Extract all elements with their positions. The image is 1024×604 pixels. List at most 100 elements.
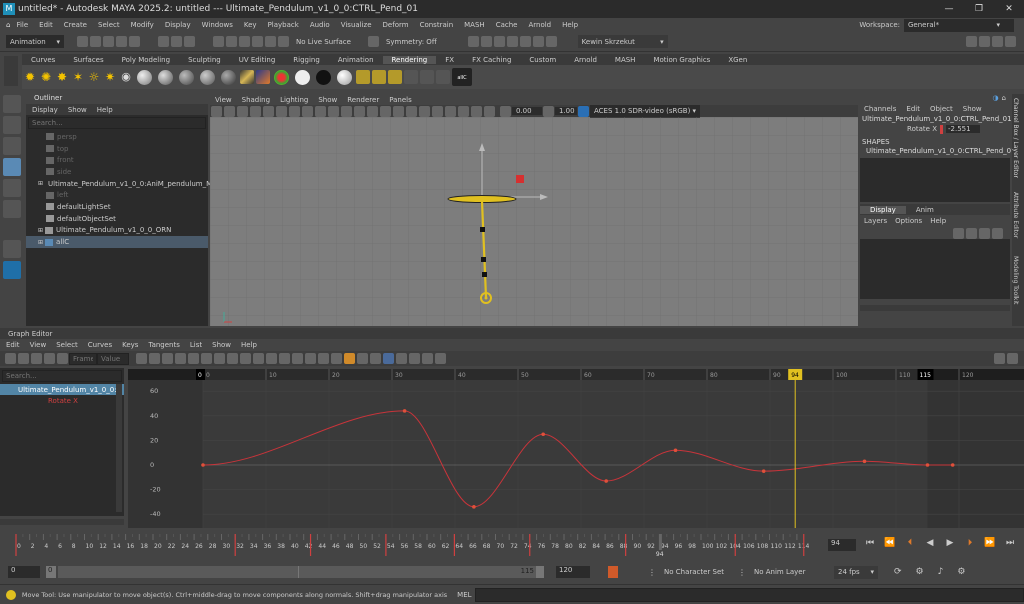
stacked-view-icon[interactable] [344,353,355,364]
snap-surface-icon[interactable] [265,36,276,47]
quick-layout-icon[interactable] [3,240,21,258]
camera-attr-icon[interactable] [224,105,235,117]
symmetry-icon[interactable] [367,36,379,47]
channel-box-dock-icon[interactable]: ⌂ [1002,94,1006,102]
channel-box-icon[interactable] [1005,36,1016,47]
menu-edit[interactable]: Edit [39,21,53,29]
toon-sphere-icon[interactable] [337,69,352,85]
new-scene-icon[interactable] [77,36,88,47]
spline-tangent-icon[interactable] [149,353,160,364]
safe-action-icon[interactable] [328,105,339,117]
auto-key-icon[interactable] [608,566,618,578]
layer-tab-display[interactable]: Display [860,205,906,214]
lattice-deform-icon[interactable] [31,353,42,364]
graph-view-icon[interactable] [1007,353,1018,364]
command-line-input[interactable] [474,587,1024,602]
clamped-tangent-icon[interactable] [162,353,173,364]
graph-menu-help[interactable]: Help [241,341,257,349]
key-point[interactable] [862,459,867,464]
shelf-tab-curves[interactable]: Curves [22,56,64,64]
step-back-key-icon[interactable]: ⏪ [880,538,900,548]
unify-tangent-icon[interactable] [240,353,251,364]
sound-icon[interactable]: ♪ [938,567,944,577]
bookmark-icon[interactable] [237,105,248,117]
anti-alias-icon[interactable] [445,105,456,117]
tool-settings-icon[interactable] [992,36,1003,47]
character-set-label[interactable]: No Character Set [664,568,734,576]
exposure-icon[interactable] [500,105,511,117]
resolution-gate-icon[interactable] [289,105,300,117]
home-icon[interactable]: ⌂ [6,21,10,29]
command-language-label[interactable]: MEL [457,591,475,599]
graph-ruler[interactable]: 0 10 20 30 40 50 60 70 80 90 100 110 120 0 115 94 [128,369,1024,380]
layer-menu-options[interactable]: Options [895,217,922,225]
camera-icon[interactable]: ◉ [119,70,133,84]
go-to-start-icon[interactable]: ⏮ [860,538,880,548]
field-chart-icon[interactable] [315,105,326,117]
rotate-x-value[interactable]: -2.551 [946,125,980,133]
playback-end-field[interactable]: 115 [521,567,534,575]
outliner-item[interactable]: defaultObjectSet [26,213,208,225]
channel-box-scrollbar[interactable] [860,305,1010,311]
blinn-sphere-icon[interactable] [158,69,173,85]
graph-menu-edit[interactable]: Edit [6,341,20,349]
rotate-x-attr[interactable]: Rotate X -2.551 [860,124,1010,134]
modeling-toolkit-icon[interactable] [966,36,977,47]
graph-menu-list[interactable]: List [190,341,202,349]
side-tab-attribute-editor[interactable]: Attribute Editor [1012,192,1019,252]
viewport-menu-shading[interactable]: Shading [242,96,270,104]
exposure-field[interactable]: 0.00 [512,107,542,115]
scale-tool-icon[interactable] [3,200,21,218]
wireframe-icon[interactable] [341,105,352,117]
spot-light-icon[interactable]: ✶ [71,70,85,84]
snap-curve-icon[interactable] [226,36,237,47]
camera-select-icon[interactable] [211,105,222,117]
menu-windows[interactable]: Windows [202,21,233,29]
image-plane-icon[interactable] [250,105,261,117]
hypershade-shelf-icon[interactable] [404,70,418,84]
minimize-button[interactable]: — [934,4,964,14]
move-tool-icon[interactable] [3,158,21,176]
free-tangent-icon[interactable] [253,353,264,364]
curve-filter-icon[interactable] [409,353,420,364]
snap-grid-icon[interactable] [213,36,224,47]
lighting-icon[interactable] [393,105,404,117]
tangent-display-icon[interactable] [422,353,433,364]
frame-all-icon[interactable] [357,353,368,364]
menu-audio[interactable]: Audio [310,21,330,29]
grid-icon[interactable] [263,105,274,117]
post-infinity-icon[interactable] [305,353,316,364]
attribute-editor-icon[interactable] [979,36,990,47]
move-key-icon[interactable] [5,353,16,364]
graph-curve-item[interactable]: Rotate X [0,395,124,406]
lasso-tool-icon[interactable] [3,116,21,134]
workspace-dropdown[interactable]: General* ▾ [904,18,1014,32]
menu-file[interactable]: File [16,21,28,29]
viewport-menu-renderer[interactable]: Renderer [347,96,379,104]
outliner-item[interactable]: ⊞ allC [26,236,208,248]
animation-start-field[interactable]: 0 [8,566,40,578]
animation-end-field[interactable]: 120 [556,566,590,578]
colorspace-dropdown[interactable]: ACES 1.0 SDR-video (sRGB) ▾ [590,104,700,118]
shelf-tab-custom[interactable]: Custom [520,56,565,64]
graph-menu-curves[interactable]: Curves [88,341,112,349]
ramp-shader-icon[interactable] [240,70,254,84]
viewport-menu-view[interactable]: View [215,96,232,104]
outliner-item[interactable]: left [26,189,208,201]
shelf-tab-xgen[interactable]: XGen [719,56,756,64]
select-hierarchy-icon[interactable] [158,36,169,47]
light-editor-icon[interactable] [436,70,450,84]
paint-select-tool-icon[interactable] [3,137,21,155]
key-point[interactable] [472,505,476,509]
step-forward-key-icon[interactable]: ⏩ [980,538,1000,548]
outliner-tab[interactable]: Outliner [26,92,208,104]
key-point[interactable] [201,463,205,467]
default-material-icon[interactable] [367,105,378,117]
smooth-shade-icon[interactable] [354,105,365,117]
aistandard-sphere-icon[interactable] [274,69,289,85]
key-point[interactable] [761,469,766,473]
outliner-menu-show[interactable]: Show [68,106,87,114]
black-sphere-icon[interactable] [316,69,331,85]
channel-menu-show[interactable]: Show [963,105,982,113]
layer-menu-help[interactable]: Help [930,217,946,225]
